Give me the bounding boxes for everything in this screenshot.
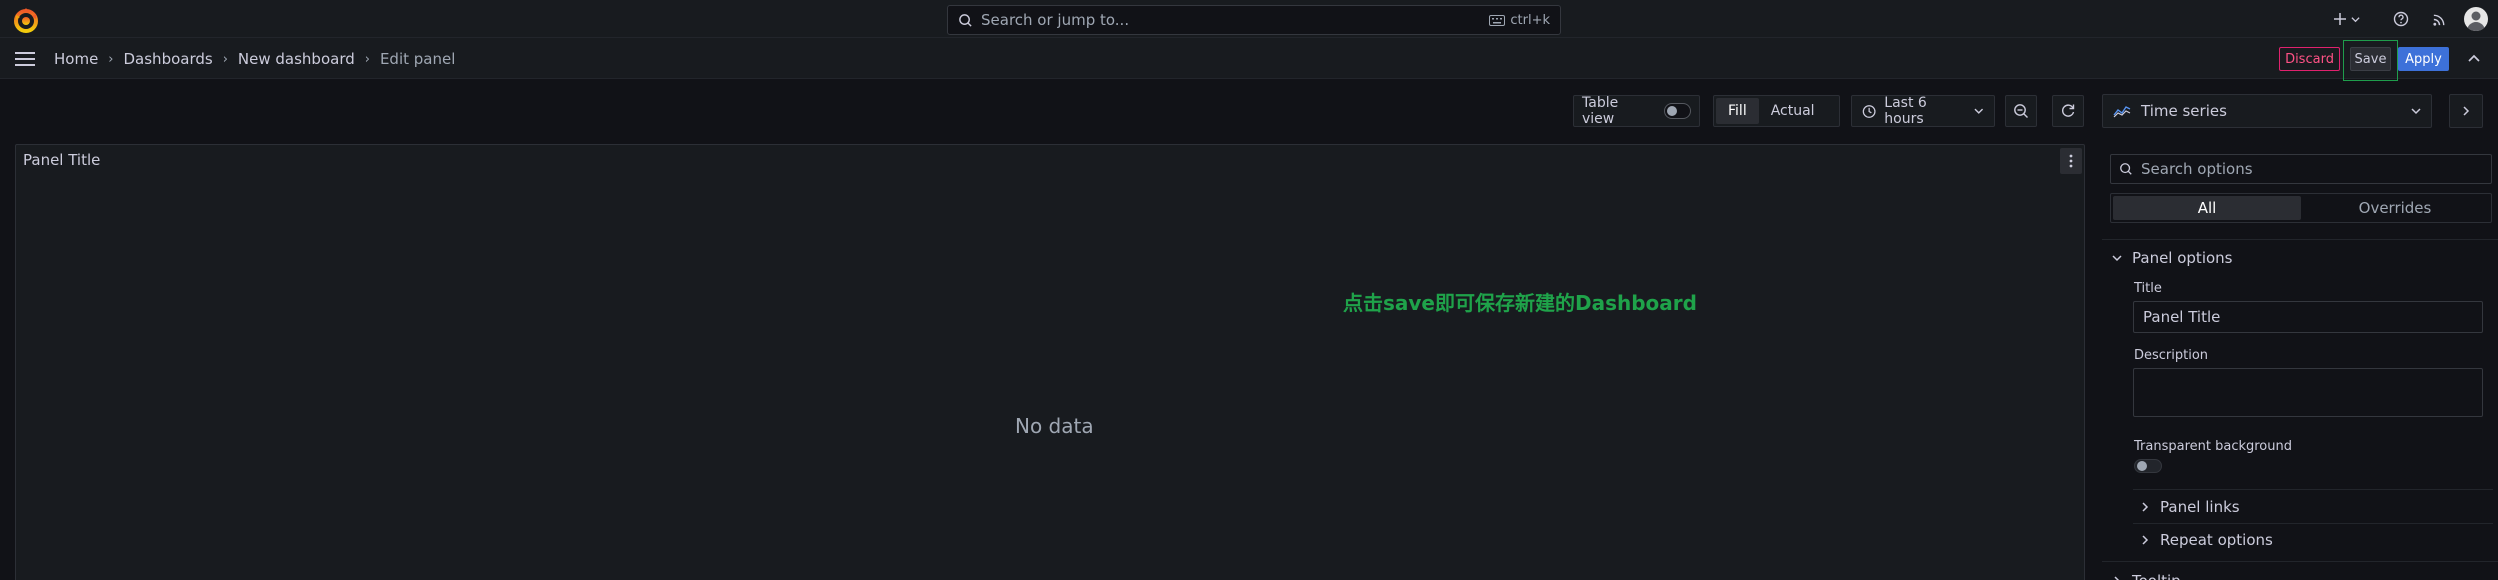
table-view-toggle[interactable]: Table view: [1573, 95, 1700, 127]
breadcrumb: Home › Dashboards › New dashboard › Edit…: [54, 49, 455, 69]
options-search-placeholder: Search options: [2141, 160, 2253, 178]
time-series-icon: [2113, 106, 2131, 118]
tooltip-title: Tooltip: [2132, 572, 2181, 580]
breadcrumb-separator: ›: [222, 51, 228, 67]
panel-menu-button[interactable]: [2060, 148, 2082, 174]
breadcrumb-separator: ›: [364, 51, 370, 67]
repeat-options-section[interactable]: Repeat options: [2140, 531, 2273, 549]
panel-options-section[interactable]: Panel options: [2112, 249, 2232, 267]
breadcrumb-home[interactable]: Home: [54, 50, 98, 68]
rss-icon: [2432, 14, 2444, 26]
chevron-right-icon: [2114, 576, 2120, 580]
visualization-picker[interactable]: Time series: [2102, 94, 2432, 128]
options-subdivider: [2133, 523, 2493, 524]
chevron-down-icon: [2411, 108, 2421, 115]
keyboard-icon: [1489, 14, 1506, 26]
tooltip-section[interactable]: Tooltip: [2112, 572, 2181, 580]
description-field-label: Description: [2134, 348, 2209, 363]
search-icon: [959, 13, 972, 27]
breadcrumb-edit-panel: Edit panel: [379, 50, 456, 68]
help-circle-icon: [2393, 11, 2409, 27]
panel-title: Panel Title: [23, 151, 101, 169]
zoom-out-button[interactable]: [2005, 95, 2037, 127]
help-button[interactable]: [2391, 9, 2411, 29]
refresh-button[interactable]: [2052, 95, 2084, 127]
options-search-input[interactable]: Search options: [2110, 154, 2492, 184]
search-icon: [2120, 163, 2132, 175]
grafana-logo-icon[interactable]: [12, 6, 40, 34]
user-avatar-icon: [2467, 11, 2485, 31]
tab-overrides[interactable]: Overrides: [2301, 196, 2489, 220]
zoom-out-icon: [2014, 104, 2028, 118]
chevron-right-icon: [2142, 502, 2149, 512]
no-data-message: No data: [1015, 414, 1094, 438]
discard-button[interactable]: Discard: [2279, 47, 2340, 71]
global-search-input[interactable]: Search or jump to... ctrl+k: [947, 5, 1561, 35]
breadcrumb-new-dashboard[interactable]: New dashboard: [238, 50, 355, 68]
title-field-label: Title: [2134, 281, 2162, 296]
panel-options-title: Panel options: [2132, 249, 2233, 267]
options-subdivider: [2133, 489, 2493, 490]
shortcut-text: ctrl+k: [1510, 12, 1550, 28]
transparent-background-switch[interactable]: [2134, 459, 2162, 473]
panel-links-section[interactable]: Panel links: [2140, 498, 2240, 516]
search-placeholder: Search or jump to...: [981, 11, 1130, 29]
refresh-icon: [2062, 104, 2075, 117]
more-vertical-icon: [2069, 154, 2073, 168]
table-view-label: Table view: [1582, 95, 1619, 127]
options-divider: [2102, 239, 2498, 240]
apply-button[interactable]: Apply: [2398, 47, 2449, 71]
chevron-right-icon: [2142, 535, 2149, 545]
save-button[interactable]: Save: [2350, 47, 2391, 71]
keyboard-shortcut-hint: ctrl+k: [1489, 13, 1550, 28]
hamburger-menu-icon[interactable]: [14, 50, 36, 68]
time-range-picker[interactable]: Last 6 hours: [1851, 95, 1995, 127]
breadcrumb-dashboards[interactable]: Dashboards: [124, 50, 213, 68]
clock-icon: [1862, 104, 1876, 118]
description-field[interactable]: [2133, 368, 2483, 417]
collapse-options-button[interactable]: [2449, 94, 2483, 128]
fill-actual-switch: Fill Actual: [1713, 95, 1840, 127]
chevron-down-icon: [2350, 16, 2360, 22]
new-menu-button[interactable]: [2328, 9, 2364, 29]
news-button[interactable]: [2429, 9, 2449, 29]
title-field-value: Panel Title: [2143, 308, 2221, 326]
save-annotation: 点击save即可保存新建的Dashboard: [1343, 291, 1697, 315]
chevron-right-icon: [2463, 106, 2470, 116]
chevron-up-icon[interactable]: [2464, 49, 2484, 69]
visualization-label: Time series: [2141, 102, 2227, 120]
panel-preview: [15, 144, 2085, 580]
fill-option[interactable]: Fill: [1716, 98, 1759, 124]
panel-links-title: Panel links: [2160, 498, 2240, 516]
transparent-background-label: Transparent background: [2134, 439, 2292, 454]
chevron-down-icon: [2112, 255, 2122, 262]
chevron-down-icon: [1974, 108, 1984, 114]
user-avatar[interactable]: [2464, 7, 2488, 31]
options-tabs: All Overrides: [2110, 193, 2492, 223]
plus-icon: [2333, 13, 2346, 25]
table-view-switch[interactable]: [1663, 103, 1691, 119]
title-field[interactable]: Panel Title: [2133, 301, 2483, 333]
time-range-label: Last 6 hours: [1884, 95, 1927, 127]
repeat-options-title: Repeat options: [2160, 531, 2273, 549]
breadcrumb-separator: ›: [108, 51, 114, 67]
tab-all[interactable]: All: [2113, 196, 2301, 220]
actual-option[interactable]: Actual: [1759, 98, 1827, 124]
options-divider: [2102, 561, 2498, 562]
